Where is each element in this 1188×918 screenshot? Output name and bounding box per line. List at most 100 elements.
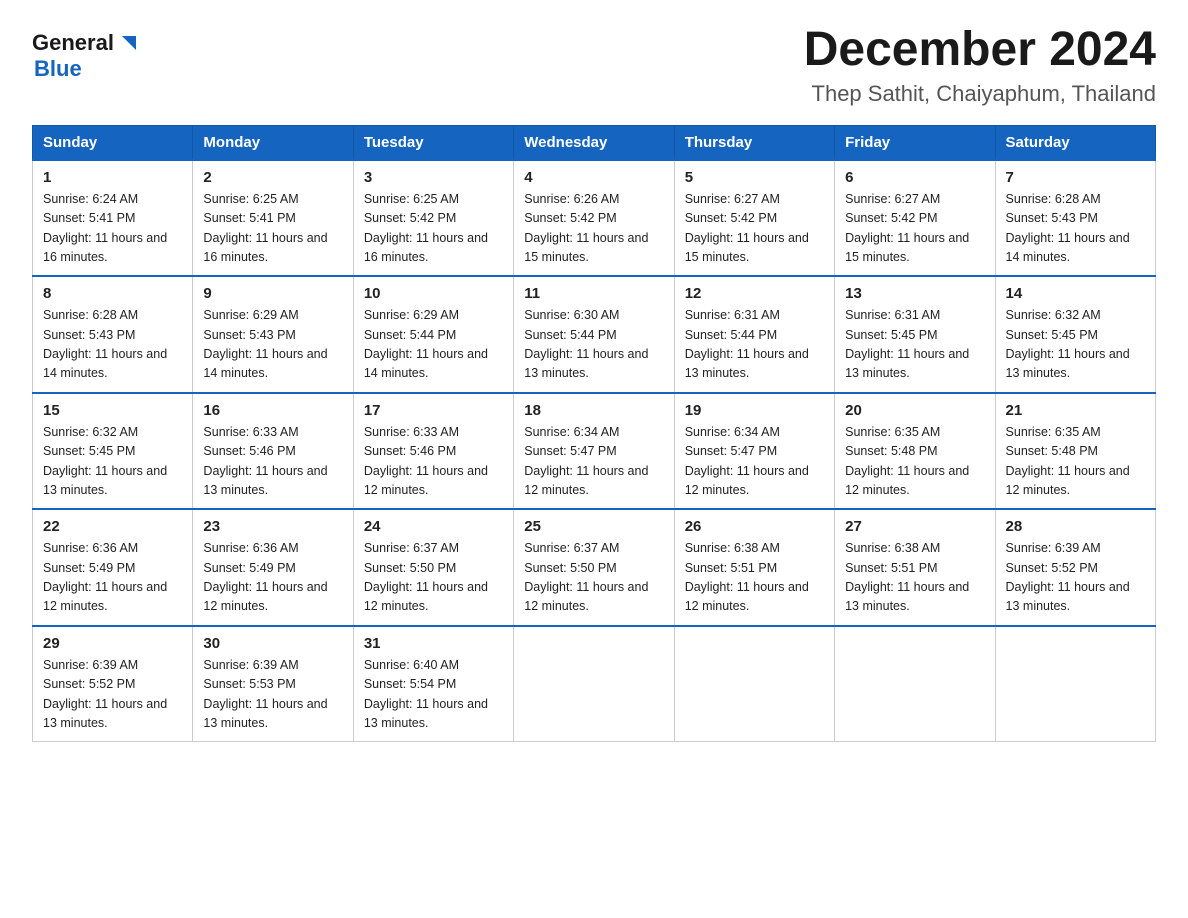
day-info: Sunrise: 6:39 AMSunset: 5:53 PMDaylight:…	[203, 656, 342, 734]
calendar-cell: 31 Sunrise: 6:40 AMSunset: 5:54 PMDayligh…	[353, 626, 513, 742]
day-number: 18	[524, 402, 663, 419]
day-number: 1	[43, 169, 182, 186]
calendar-cell: 27 Sunrise: 6:38 AMSunset: 5:51 PMDayligh…	[835, 509, 995, 626]
day-info: Sunrise: 6:35 AMSunset: 5:48 PMDaylight:…	[1006, 423, 1145, 501]
logo-general-text: General	[32, 30, 114, 56]
day-number: 25	[524, 518, 663, 535]
calendar-cell	[995, 626, 1155, 742]
calendar-cell: 15 Sunrise: 6:32 AMSunset: 5:45 PMDayligh…	[33, 393, 193, 510]
day-info: Sunrise: 6:36 AMSunset: 5:49 PMDaylight:…	[43, 539, 182, 617]
day-info: Sunrise: 6:36 AMSunset: 5:49 PMDaylight:…	[203, 539, 342, 617]
week-row-4: 22Sunrise: 6:36 AMSunset: 5:49 PMDayligh…	[33, 509, 1156, 626]
day-info: Sunrise: 6:27 AMSunset: 5:42 PMDaylight:…	[685, 190, 824, 268]
day-info: Sunrise: 6:33 AMSunset: 5:46 PMDaylight:…	[364, 423, 503, 501]
day-info: Sunrise: 6:38 AMSunset: 5:51 PMDaylight:…	[845, 539, 984, 617]
day-info: Sunrise: 6:34 AMSunset: 5:47 PMDaylight:…	[685, 423, 824, 501]
day-number: 20	[845, 402, 984, 419]
calendar-cell: 8Sunrise: 6:28 AMSunset: 5:43 PMDaylight…	[33, 276, 193, 393]
day-number: 13	[845, 285, 984, 302]
day-info: Sunrise: 6:34 AMSunset: 5:47 PMDaylight:…	[524, 423, 663, 501]
calendar-cell: 1 Sunrise: 6:24 AMSunset: 5:41 PMDaylight…	[33, 160, 193, 277]
day-number: 6	[845, 169, 984, 186]
day-info: Sunrise: 6:38 AMSunset: 5:51 PMDaylight:…	[685, 539, 824, 617]
weekday-header-sunday: Sunday	[33, 125, 193, 160]
week-row-1: 1 Sunrise: 6:24 AMSunset: 5:41 PMDaylight…	[33, 160, 1156, 277]
day-number: 14	[1006, 285, 1145, 302]
weekday-header-friday: Friday	[835, 125, 995, 160]
calendar-cell: 19Sunrise: 6:34 AMSunset: 5:47 PMDayligh…	[674, 393, 834, 510]
day-info: Sunrise: 6:32 AMSunset: 5:45 PMDaylight:…	[1006, 306, 1145, 384]
day-number: 26	[685, 518, 824, 535]
page-header: General Blue December 2024 Thep Sathit, …	[32, 24, 1156, 107]
calendar-cell: 23 Sunrise: 6:36 AMSunset: 5:49 PMDayligh…	[193, 509, 353, 626]
calendar-cell: 21Sunrise: 6:35 AMSunset: 5:48 PMDayligh…	[995, 393, 1155, 510]
weekday-header-row: SundayMondayTuesdayWednesdayThursdayFrid…	[33, 125, 1156, 160]
calendar-cell: 25 Sunrise: 6:37 AMSunset: 5:50 PMDayligh…	[514, 509, 674, 626]
day-info: Sunrise: 6:24 AMSunset: 5:41 PMDaylight:…	[43, 190, 182, 268]
day-number: 10	[364, 285, 503, 302]
day-info: Sunrise: 6:26 AMSunset: 5:42 PMDaylight:…	[524, 190, 663, 268]
calendar-cell: 12 Sunrise: 6:31 AMSunset: 5:44 PMDayligh…	[674, 276, 834, 393]
day-info: Sunrise: 6:31 AMSunset: 5:45 PMDaylight:…	[845, 306, 984, 384]
week-row-3: 15 Sunrise: 6:32 AMSunset: 5:45 PMDayligh…	[33, 393, 1156, 510]
logo-blue-text: Blue	[34, 56, 82, 82]
calendar-cell: 17 Sunrise: 6:33 AMSunset: 5:46 PMDayligh…	[353, 393, 513, 510]
day-number: 15	[43, 402, 182, 419]
day-info: Sunrise: 6:37 AMSunset: 5:50 PMDaylight:…	[524, 539, 663, 617]
day-info: Sunrise: 6:30 AMSunset: 5:44 PMDaylight:…	[524, 306, 663, 384]
day-number: 9	[203, 285, 342, 302]
day-info: Sunrise: 6:35 AMSunset: 5:48 PMDaylight:…	[845, 423, 984, 501]
calendar-table: SundayMondayTuesdayWednesdayThursdayFrid…	[32, 125, 1156, 743]
calendar-cell: 14 Sunrise: 6:32 AMSunset: 5:45 PMDayligh…	[995, 276, 1155, 393]
weekday-header-tuesday: Tuesday	[353, 125, 513, 160]
title-block: December 2024 Thep Sathit, Chaiyaphum, T…	[804, 24, 1156, 107]
day-info: Sunrise: 6:40 AMSunset: 5:54 PMDaylight:…	[364, 656, 503, 734]
day-number: 24	[364, 518, 503, 535]
calendar-cell: 11 Sunrise: 6:30 AMSunset: 5:44 PMDayligh…	[514, 276, 674, 393]
logo: General Blue	[32, 30, 138, 82]
day-info: Sunrise: 6:32 AMSunset: 5:45 PMDaylight:…	[43, 423, 182, 501]
calendar-cell: 18 Sunrise: 6:34 AMSunset: 5:47 PMDayligh…	[514, 393, 674, 510]
logo-triangle-icon	[116, 32, 138, 54]
day-info: Sunrise: 6:37 AMSunset: 5:50 PMDaylight:…	[364, 539, 503, 617]
day-number: 4	[524, 169, 663, 186]
calendar-cell	[835, 626, 995, 742]
day-number: 27	[845, 518, 984, 535]
weekday-header-thursday: Thursday	[674, 125, 834, 160]
day-info: Sunrise: 6:33 AMSunset: 5:46 PMDaylight:…	[203, 423, 342, 501]
calendar-cell	[514, 626, 674, 742]
day-info: Sunrise: 6:39 AMSunset: 5:52 PMDaylight:…	[1006, 539, 1145, 617]
day-number: 3	[364, 169, 503, 186]
calendar-cell: 22Sunrise: 6:36 AMSunset: 5:49 PMDayligh…	[33, 509, 193, 626]
calendar-cell: 6Sunrise: 6:27 AMSunset: 5:42 PMDaylight…	[835, 160, 995, 277]
day-info: Sunrise: 6:39 AMSunset: 5:52 PMDaylight:…	[43, 656, 182, 734]
calendar-cell: 26 Sunrise: 6:38 AMSunset: 5:51 PMDayligh…	[674, 509, 834, 626]
calendar-cell: 29 Sunrise: 6:39 AMSunset: 5:52 PMDayligh…	[33, 626, 193, 742]
calendar-cell: 4 Sunrise: 6:26 AMSunset: 5:42 PMDaylight…	[514, 160, 674, 277]
calendar-cell: 13 Sunrise: 6:31 AMSunset: 5:45 PMDayligh…	[835, 276, 995, 393]
day-info: Sunrise: 6:29 AMSunset: 5:44 PMDaylight:…	[364, 306, 503, 384]
calendar-cell: 24 Sunrise: 6:37 AMSunset: 5:50 PMDayligh…	[353, 509, 513, 626]
calendar-cell: 2Sunrise: 6:25 AMSunset: 5:41 PMDaylight…	[193, 160, 353, 277]
calendar-cell	[674, 626, 834, 742]
day-number: 31	[364, 635, 503, 652]
month-year-title: December 2024	[804, 24, 1156, 77]
day-info: Sunrise: 6:31 AMSunset: 5:44 PMDaylight:…	[685, 306, 824, 384]
location-subtitle: Thep Sathit, Chaiyaphum, Thailand	[804, 81, 1156, 107]
day-number: 17	[364, 402, 503, 419]
day-number: 12	[685, 285, 824, 302]
day-info: Sunrise: 6:25 AMSunset: 5:42 PMDaylight:…	[364, 190, 503, 268]
day-number: 23	[203, 518, 342, 535]
calendar-cell: 16 Sunrise: 6:33 AMSunset: 5:46 PMDayligh…	[193, 393, 353, 510]
calendar-cell: 30Sunrise: 6:39 AMSunset: 5:53 PMDayligh…	[193, 626, 353, 742]
day-info: Sunrise: 6:28 AMSunset: 5:43 PMDaylight:…	[43, 306, 182, 384]
week-row-5: 29 Sunrise: 6:39 AMSunset: 5:52 PMDayligh…	[33, 626, 1156, 742]
day-info: Sunrise: 6:25 AMSunset: 5:41 PMDaylight:…	[203, 190, 342, 268]
calendar-cell: 10 Sunrise: 6:29 AMSunset: 5:44 PMDayligh…	[353, 276, 513, 393]
day-number: 28	[1006, 518, 1145, 535]
day-number: 29	[43, 635, 182, 652]
day-number: 11	[524, 285, 663, 302]
day-info: Sunrise: 6:29 AMSunset: 5:43 PMDaylight:…	[203, 306, 342, 384]
calendar-cell: 20 Sunrise: 6:35 AMSunset: 5:48 PMDayligh…	[835, 393, 995, 510]
day-number: 16	[203, 402, 342, 419]
